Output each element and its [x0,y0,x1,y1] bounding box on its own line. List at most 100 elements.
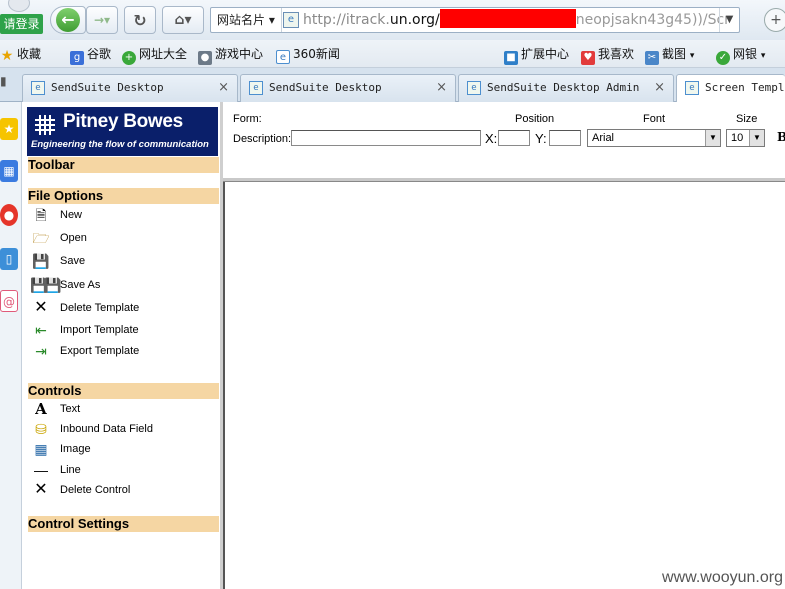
url-history-dropdown[interactable]: ▼ [719,8,739,32]
url-bar[interactable]: 网站名片 ▾ e http://itrack.un.org/neopjsakn4… [210,7,740,33]
page-icon: e [249,81,263,95]
plus-icon: + [770,12,782,28]
bookmark-ebank[interactable]: ✓ 网银 ▾ [716,45,765,65]
page-icon: e [467,81,481,95]
extension-button[interactable]: + [764,8,785,32]
bookmark-likes[interactable]: ♥ 我喜欢 [581,45,635,65]
section-control-settings: Control Settings [28,516,219,532]
login-button[interactable]: 请登录 [0,14,43,34]
address-toolbar: 请登录 ← →▾ ↻ ⌂▾ 网站名片 ▾ e http://itrack.un.… [0,0,785,40]
tab-sendsuite-desktop-admin[interactable]: e SendSuite Desktop Admin × [458,74,674,102]
section-controls: Controls [28,383,219,399]
bookmark-favorites[interactable]: ★ 收藏 [0,45,41,63]
tab-label: SendSuite Desktop Admin [487,81,640,94]
y-position-input[interactable] [549,130,581,146]
open-folder-icon: 🗁 [32,230,50,246]
bookmark-label: 网址大全 [139,47,188,61]
logo-mark-icon [35,115,55,135]
weibo-icon[interactable]: ● [0,204,18,226]
close-tab-icon[interactable]: × [654,75,665,101]
forward-button[interactable]: →▾ [86,6,118,34]
logo-tagline: Engineering the flow of communication [31,139,209,150]
tab-label: SendSuite Desktop [51,81,164,94]
image-icon: ▦ [34,441,48,457]
redacted-block [439,9,576,28]
close-tab-icon[interactable]: × [436,75,447,101]
font-select-value: Arial [592,132,615,144]
shield-icon: ✓ [716,51,730,65]
url-domain: un.org [389,12,436,28]
heart-icon: ♥ [581,51,595,65]
star-icon: ★ [0,48,14,64]
y-label: Y: [535,131,547,146]
back-arrow-icon: ← [56,8,80,32]
forward-arrow-icon: →▾ [93,13,111,27]
bookmark-site-nav[interactable]: + 网址大全 [122,45,188,65]
bookmark-extensions[interactable]: ■ 扩展中心 [504,45,569,65]
reload-icon: ↻ [133,10,147,30]
item-label: Delete Template [60,302,140,314]
import-icon: ⇤ [35,322,47,338]
bookmark-games[interactable]: ● 游戏中心 [198,45,264,65]
tab-sendsuite-desktop-1[interactable]: e SendSuite Desktop × [22,74,238,102]
tab-label: Screen Templat [705,81,785,94]
page-icon: e [685,81,699,95]
close-tab-icon[interactable]: × [218,75,229,101]
favorites-star-icon[interactable]: ★ [0,118,18,140]
item-label: Open [60,232,87,244]
item-label: Image [60,443,91,455]
bold-button[interactable]: B [777,130,785,144]
gamepad-icon: ● [198,51,212,65]
user-avatar[interactable] [8,0,30,12]
screenshot-icon: ✂ [645,51,659,65]
bookmark-label: 360新闻 [293,47,340,61]
section-file-options: File Options [28,188,219,204]
template-properties: Form: Description: Position X: Y: Font A… [226,102,785,178]
description-label: Description: [233,133,292,145]
bookmark-label: 谷歌 [87,47,112,61]
mail-icon[interactable]: @ [0,290,18,312]
tab-bar: ▮ e SendSuite Desktop × e SendSuite Desk… [0,68,785,103]
bookmark-label: 收藏 [17,47,42,61]
bookmark-label: 截图 [662,47,687,61]
chevron-down-icon: ▼ [705,130,720,146]
reload-button[interactable]: ↻ [124,6,156,34]
font-select[interactable]: Arial ▼ [587,129,721,147]
url-prefix: http://itrack. [303,12,390,28]
chevron-down-icon: ▼ [749,130,764,146]
template-canvas[interactable]: www.wooyun.org [223,182,785,589]
size-label: Size [736,113,758,125]
size-select[interactable]: 10 ▼ [726,129,765,147]
app-icon[interactable]: ▦ [0,160,18,182]
item-label: Inbound Data Field [60,423,153,435]
site-card-dropdown[interactable]: 网站名片 ▾ [211,8,282,32]
description-input[interactable] [291,130,481,146]
delete-icon: ✕ [34,481,48,498]
bookmark-news[interactable]: e 360新闻 [276,45,340,64]
tab-sendsuite-desktop-2[interactable]: e SendSuite Desktop × [240,74,456,102]
page-icon: e [31,81,45,95]
logo-name: Pitney Bowes [63,111,183,132]
x-position-input[interactable] [498,130,530,146]
google-icon: g [70,51,84,65]
item-label: Export Template [60,345,140,357]
bookmark-google[interactable]: g 谷歌 [70,45,112,65]
sidebar-toggle-icon[interactable]: ▮ [0,74,12,96]
back-button[interactable]: ← [50,6,86,34]
item-label: Save As [60,279,101,291]
tab-screen-template[interactable]: e Screen Templat [676,74,785,103]
bookmark-screenshot[interactable]: ✂ 截图 ▾ [645,45,694,65]
news-icon: e [276,50,290,64]
bookmark-label: 我喜欢 [598,47,635,61]
tab-label: SendSuite Desktop [269,81,382,94]
database-icon: ⛁ [35,421,47,437]
site-card-label: 网站名片 [217,13,266,27]
bookmark-label: 游戏中心 [215,47,264,61]
text-icon: A [35,400,47,418]
item-label: Import Template [60,324,139,336]
phone-icon[interactable]: ▯ [0,248,18,270]
url-text[interactable]: http://itrack.un.org/neopjsakn43g45))/Sc… [303,8,730,32]
home-button[interactable]: ⌂▾ [162,6,204,34]
line-icon: — [34,462,48,478]
home-icon: ⌂▾ [174,12,192,28]
